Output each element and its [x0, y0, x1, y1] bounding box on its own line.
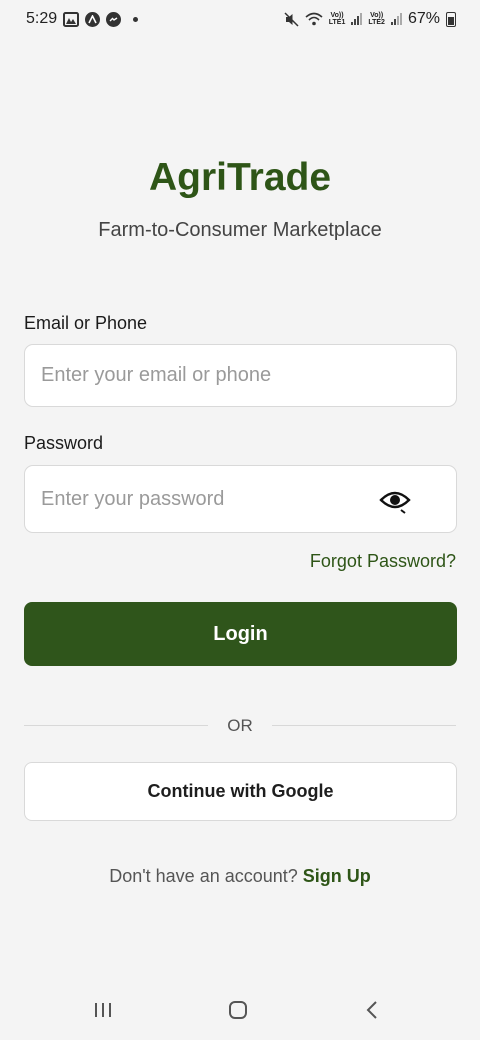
app-title: AgriTrade	[148, 156, 332, 199]
mute-icon	[284, 11, 299, 27]
sign-up-link[interactable]: Sign Up	[303, 866, 371, 886]
email-field[interactable]	[24, 344, 457, 407]
status-left: 5:29	[26, 10, 139, 28]
back-icon[interactable]	[352, 998, 392, 1022]
signup-prompt: Don't have an account?	[109, 866, 298, 886]
home-icon[interactable]	[218, 998, 258, 1022]
battery-percent: 67%	[407, 10, 440, 27]
signal-icon	[351, 13, 363, 25]
signup-row: Don't have an account? Sign Up	[0, 866, 480, 887]
status-bar: 5:29 Vo)) LTE1 Vo)) LTE2 67%	[0, 0, 480, 38]
status-right: Vo)) LTE1 Vo)) LTE2 67%	[284, 10, 456, 28]
email-label: Email or Phone	[24, 313, 148, 333]
sim2-indicator: Vo)) LTE2	[368, 12, 385, 26]
status-time: 5:29	[26, 10, 58, 27]
signal-icon-2	[390, 13, 402, 25]
sim1-indicator: Vo)) LTE1	[328, 12, 346, 26]
password-label: Password	[24, 433, 104, 453]
show-password-eye-icon[interactable]	[378, 486, 412, 516]
battery-icon	[446, 11, 456, 27]
app-tagline: Farm-to-Consumer Marketplace	[98, 219, 382, 241]
login-button[interactable]: Login	[24, 602, 457, 666]
divider-right	[272, 725, 456, 726]
gallery-icon	[63, 11, 80, 27]
continue-with-google-button[interactable]: Continue with Google	[24, 762, 457, 821]
system-nav-bar	[0, 990, 480, 1030]
recent-apps-icon[interactable]	[83, 998, 123, 1022]
forgot-password-link[interactable]: Forgot Password?	[310, 551, 456, 572]
notification-dot-icon	[133, 16, 139, 22]
messenger-icon	[106, 11, 122, 27]
or-divider-label: OR	[227, 716, 253, 735]
app-icon	[85, 11, 101, 27]
wifi-icon	[305, 12, 323, 26]
